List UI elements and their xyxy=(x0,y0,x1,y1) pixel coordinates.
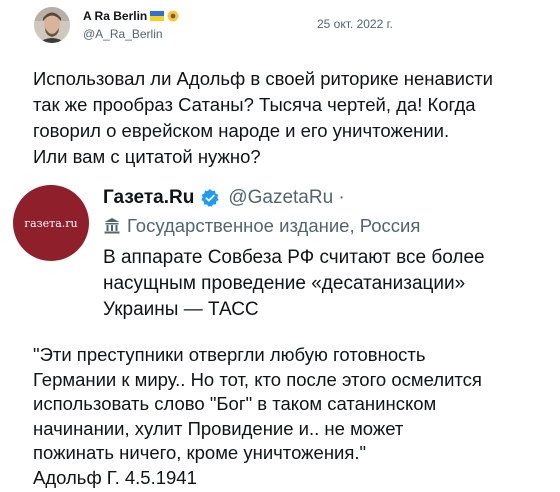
state-building-icon xyxy=(104,218,120,234)
author-handle[interactable]: @A_Ra_Berlin xyxy=(83,27,163,41)
quotation-text: "Эти преступники отвергли любую готовнос… xyxy=(33,344,482,488)
author-name[interactable]: A Ra Berlin xyxy=(83,9,179,23)
tweet-text: Использовал ли Адольф в своей риторике н… xyxy=(33,68,494,167)
quoted-author-handle[interactable]: @GazetaRu · xyxy=(228,187,344,209)
quoted-tweet-text[interactable]: В аппарате Совбеза РФ считают все более … xyxy=(103,245,543,323)
quoted-header: Газета.Ru @GazetaRu · xyxy=(103,187,345,209)
author-avatar[interactable] xyxy=(34,7,70,43)
ukraine-flag-icon xyxy=(150,11,165,21)
author-name-text[interactable]: A Ra Berlin xyxy=(83,9,147,23)
gazeta-avatar[interactable]: газета.ru xyxy=(13,185,89,261)
verified-badge-icon xyxy=(201,189,219,207)
state-media-label-text: Государственное издание, Россия xyxy=(127,215,421,236)
gazeta-logo-text: газета.ru xyxy=(24,216,78,230)
state-media-label[interactable]: Государственное издание, Россия xyxy=(103,215,420,237)
tweet-date[interactable]: 25 окт. 2022 г. xyxy=(317,17,393,31)
sunflower-icon xyxy=(167,10,179,22)
tweet-header: A Ra Berlin @A_Ra_Berlin 25 окт. 2022 г. xyxy=(0,0,560,56)
quoted-author-name[interactable]: Газета.Ru xyxy=(103,187,194,209)
